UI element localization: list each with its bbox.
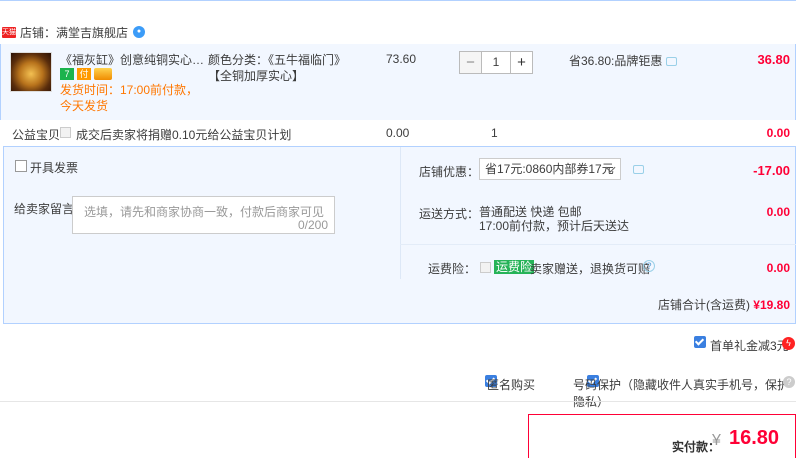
- privacy-label: 号码保护（隐藏收件人真实手机号，保护隐私）: [573, 378, 790, 409]
- product-title-link[interactable]: 《福灰缸》创意纯铜实心烟缸客厅中式…: [60, 52, 208, 68]
- charity-text: 成交后卖家将捐赠0.10元给公益宝贝计划: [76, 128, 292, 142]
- chat-icon[interactable]: [633, 165, 644, 174]
- product-thumbnail[interactable]: [10, 52, 52, 92]
- delivery-label: 运送方式：: [419, 207, 480, 221]
- gift-label: 首单礼金减3元: [710, 339, 789, 353]
- increase-button[interactable]: +: [510, 51, 533, 74]
- shop-name-link[interactable]: 满堂吉旗舰店: [56, 24, 128, 41]
- quantity-input[interactable]: 1: [482, 51, 510, 74]
- discount-selected: 省17元:0860内部券17元: [485, 162, 614, 176]
- gift-checkbox[interactable]: [694, 336, 706, 348]
- anonymous-label: 匿名购买: [487, 378, 536, 392]
- unit-price: 73.60: [386, 52, 417, 66]
- shop-summary: 店铺合计(含运费) ¥19.80: [658, 296, 790, 313]
- delivery-value: 0.00: [766, 205, 790, 219]
- message-char-count: 0/200: [298, 218, 329, 232]
- discount-label: 店铺优惠：: [419, 165, 480, 179]
- charity-qty: 1: [491, 126, 498, 140]
- currency-symbol: ¥: [712, 432, 721, 449]
- insurance-text: 卖家赠送，退换货可赔: [530, 262, 651, 276]
- summary-value: ¥19.80: [753, 298, 790, 312]
- insurance-label: 运费险：: [428, 262, 477, 276]
- charity-checkbox: [60, 127, 71, 138]
- charity-total: 0.00: [766, 126, 790, 140]
- delivery-info: 普通配送 快递 包邮 17:00前付款，预计后天送达: [479, 205, 629, 233]
- invoice-checkbox[interactable]: [15, 160, 27, 172]
- charity-price: 0.00: [386, 126, 410, 140]
- decrease-button[interactable]: −: [459, 51, 482, 74]
- insurance-checkbox: [480, 262, 491, 273]
- top-divider: [0, 0, 796, 1]
- chat-icon[interactable]: [666, 57, 678, 67]
- savings-label: 省36.80:品牌钜惠: [569, 54, 663, 68]
- shop-label: 店铺：: [20, 25, 57, 40]
- item-total: 36.80: [757, 52, 790, 67]
- insurance-value: 0.00: [766, 261, 790, 275]
- tmall-icon: 天猫: [2, 26, 16, 38]
- service-badges: 7 付: [60, 68, 112, 80]
- seven-day-return-icon: 7: [60, 68, 74, 80]
- delivery-time-note: 发货时间：17:00前付款，今天发货: [60, 83, 199, 113]
- summary-label: 店铺合计(含运费): [657, 298, 750, 312]
- savings-text: 省36.80:品牌钜惠: [569, 52, 678, 69]
- question-icon[interactable]: ?: [783, 376, 795, 388]
- discount-value: -17.00: [753, 163, 790, 178]
- insurance-tag: 运费险: [494, 260, 535, 274]
- quantity-stepper: − 1 +: [459, 51, 533, 74]
- panel-divider: [400, 147, 401, 279]
- delivery-eta: 17:00前付款，预计后天送达: [479, 219, 630, 233]
- chat-bubble-icon[interactable]: ●: [133, 26, 146, 38]
- pay-amount: 16.80: [729, 427, 780, 449]
- shop-header: 天猫 店铺： 满堂吉旗舰店 ●: [0, 24, 146, 41]
- help-icon[interactable]: ?: [643, 260, 655, 272]
- message-placeholder: 选填，请先和商家协商一致，付款后商家可见: [84, 205, 325, 219]
- payment-icon: 付: [77, 68, 91, 80]
- charity-label: 公益宝贝: [12, 128, 61, 142]
- delivery-method: 普通配送 快递 包邮: [479, 205, 582, 219]
- row-divider: [400, 244, 796, 245]
- credit-card-icon: [94, 68, 112, 80]
- bottom-divider: [0, 401, 796, 402]
- discount-select[interactable]: 省17元:0860内部券17元: [479, 158, 621, 180]
- invoice-label: 开具发票: [30, 161, 79, 175]
- lightning-icon: ϟ: [782, 337, 795, 350]
- sku-text: 颜色分类：《五牛福临门》【全铜加厚实心】: [208, 53, 347, 83]
